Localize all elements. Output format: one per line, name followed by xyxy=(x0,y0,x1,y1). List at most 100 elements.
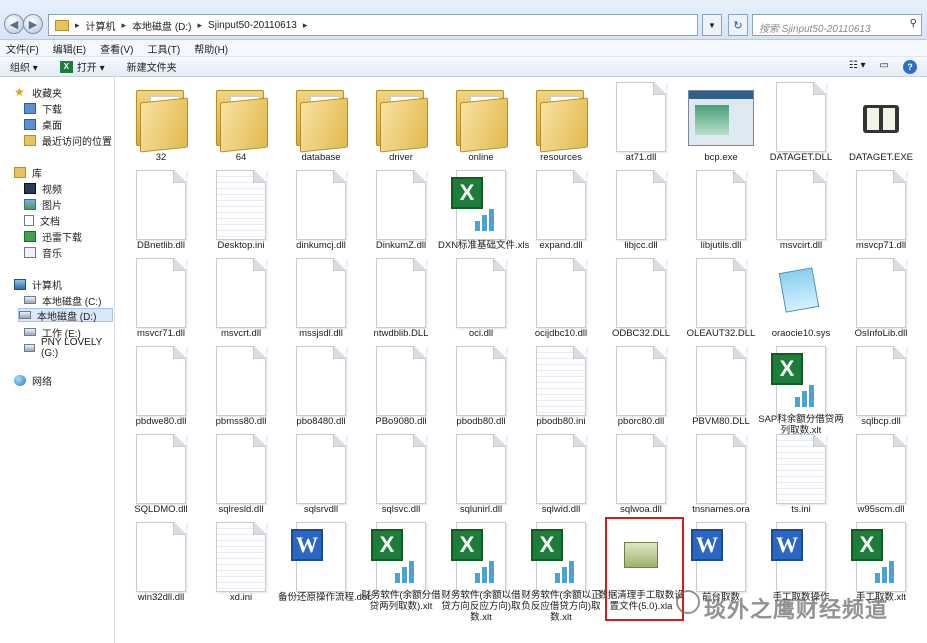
file-item[interactable]: bcp.exe xyxy=(678,78,764,163)
file-item[interactable]: DBnetlib.dll xyxy=(118,166,204,251)
file-item[interactable]: sqlunirl.dll xyxy=(438,430,524,515)
file-item[interactable]: libjcc.dll xyxy=(598,166,684,251)
address-history-dropdown[interactable]: ▼ xyxy=(702,14,722,36)
file-item[interactable]: pbmss80.dll xyxy=(198,342,284,427)
file-item[interactable]: DATAGET.EXE xyxy=(838,78,924,163)
file-item[interactable]: OsInfoLib.dll xyxy=(838,254,924,339)
file-item[interactable]: mssjsdl.dll xyxy=(278,254,364,339)
new-folder-button[interactable]: 新建文件夹 xyxy=(127,59,177,74)
breadcrumb-folder[interactable]: Sjinput50-20110613 xyxy=(208,20,297,31)
file-item[interactable]: W 备份还原操作流程.doc xyxy=(278,518,372,603)
file-item[interactable]: sqlwid.dll xyxy=(518,430,604,515)
file-item[interactable]: pborc80.dll xyxy=(598,342,684,427)
file-item[interactable]: OLEAUT32.DLL xyxy=(678,254,764,339)
file-item[interactable]: expand.dll xyxy=(518,166,604,251)
sidebar-item-drive-g[interactable]: PNY LOVELY (G:) xyxy=(24,337,114,359)
dll-file-icon xyxy=(776,82,826,152)
menu-help[interactable]: 帮助(H) xyxy=(194,41,228,56)
file-item[interactable]: msvcp71.dll xyxy=(838,166,924,251)
file-item[interactable]: database xyxy=(278,78,364,163)
sidebar-computer[interactable]: 计算机 xyxy=(14,277,62,292)
file-item[interactable]: online xyxy=(438,78,524,163)
sidebar-item-music[interactable]: 音乐 xyxy=(24,245,62,260)
file-item[interactable]: X DXN标准基础文件.xls xyxy=(438,166,529,251)
preview-pane-icon[interactable]: ▭ xyxy=(880,60,889,74)
organize-button[interactable]: 组织 ▾ xyxy=(10,59,38,74)
file-item[interactable]: PBo9080.dll xyxy=(358,342,444,427)
sidebar-network[interactable]: 网络 xyxy=(14,373,52,388)
file-item[interactable]: SQLDMO.dll xyxy=(118,430,204,515)
forward-button[interactable]: ▶ xyxy=(23,14,43,34)
file-item[interactable]: oci.dll xyxy=(438,254,524,339)
menu-edit[interactable]: 编辑(E) xyxy=(53,41,86,56)
file-item[interactable]: oraocie10.sys xyxy=(758,254,844,339)
menu-file[interactable]: 文件(F) xyxy=(6,41,39,56)
file-item[interactable]: tnsnames.ora xyxy=(678,430,764,515)
open-button[interactable]: X 打开 ▾ xyxy=(59,59,105,74)
help-icon[interactable]: ? xyxy=(903,60,917,74)
sidebar-item-thunder-downloads[interactable]: 迅雷下载 xyxy=(24,229,82,244)
sidebar-favorites[interactable]: ★ 收藏夹 xyxy=(14,85,62,100)
sidebar-item-desktop[interactable]: 桌面 xyxy=(24,117,62,132)
file-item[interactable]: pbodb80.ini xyxy=(518,342,604,427)
breadcrumb-drive-d[interactable]: 本地磁盘 (D:) xyxy=(132,18,191,33)
file-item[interactable]: X 手工取数.xlt xyxy=(838,518,924,603)
address-box[interactable]: ▸ 计算机 ▸ 本地磁盘 (D:) ▸ Sjinput50-20110613 ▸ xyxy=(48,14,698,36)
file-item[interactable]: sqlsrvdll xyxy=(278,430,364,515)
change-view-icon[interactable]: ☷ ▾ xyxy=(849,60,866,74)
file-item[interactable]: dinkumcj.dll xyxy=(278,166,364,251)
search-input[interactable]: 搜索 Sjinput50-20110613 ⚲ xyxy=(752,14,922,36)
file-item[interactable]: X SAP科余额分借贷两列取数.xlt xyxy=(758,342,844,436)
file-item[interactable]: msvcirt.dll xyxy=(758,166,844,251)
file-item[interactable]: PBVM80.DLL xyxy=(678,342,764,427)
file-item[interactable]: at71.dll xyxy=(598,78,684,163)
breadcrumb-computer[interactable]: 计算机 xyxy=(86,18,116,33)
file-item[interactable]: 64 xyxy=(198,78,284,163)
file-item[interactable]: ODBC32.DLL xyxy=(598,254,684,339)
sidebar-item-documents[interactable]: 文档 xyxy=(24,213,60,228)
file-item[interactable]: msvcrt.dll xyxy=(198,254,284,339)
file-item[interactable]: xd.ini xyxy=(198,518,284,603)
file-item[interactable]: X 财务软件(余额以借贷方向反应方向)取数.xlt xyxy=(438,518,524,623)
file-item[interactable]: win32dll.dll xyxy=(118,518,204,603)
file-item[interactable]: sqlwoa.dll xyxy=(598,430,684,515)
file-item[interactable]: driver xyxy=(358,78,444,163)
sidebar-item-drive-d[interactable]: 本地磁盘 (D:) xyxy=(18,308,113,323)
file-item[interactable]: sqlsvc.dll xyxy=(358,430,444,515)
file-item[interactable]: W 手工取数操作 xyxy=(758,518,844,603)
file-item[interactable]: DATAGET.DLL xyxy=(758,78,844,163)
file-item[interactable]: libjutils.dll xyxy=(678,166,764,251)
file-name: ocijdbc10.dll xyxy=(534,328,588,339)
file-item[interactable]: pbodb80.dll xyxy=(438,342,524,427)
folder-icon xyxy=(456,90,510,153)
file-item[interactable]: msvcr71.dll xyxy=(118,254,204,339)
menu-view[interactable]: 查看(V) xyxy=(100,41,133,56)
file-item[interactable]: Desktop.ini xyxy=(198,166,284,251)
refresh-button[interactable]: ↻ xyxy=(728,14,748,36)
menu-tools[interactable]: 工具(T) xyxy=(147,41,180,56)
file-item[interactable]: 32 xyxy=(118,78,204,163)
sidebar-libraries[interactable]: 库 xyxy=(14,165,42,180)
sidebar-label: 文档 xyxy=(40,216,60,228)
file-item[interactable]: sqlbcp.dll xyxy=(838,342,924,427)
sidebar-item-drive-c[interactable]: 本地磁盘 (C:) xyxy=(24,293,101,308)
file-item[interactable]: resources xyxy=(518,78,604,163)
file-item[interactable]: DinkumZ.dll xyxy=(358,166,444,251)
sidebar-item-recent[interactable]: 最近访问的位置 xyxy=(24,133,112,148)
file-item[interactable]: w95scm.dll xyxy=(838,430,924,515)
file-item[interactable]: pbo8480.dll xyxy=(278,342,364,427)
file-item[interactable]: sqlresld.dll xyxy=(198,430,284,515)
search-icon[interactable]: ⚲ xyxy=(910,18,917,29)
file-item[interactable]: X 财务软件(余额分借贷两列取数).xlt xyxy=(358,518,444,612)
sidebar-item-pictures[interactable]: 图片 xyxy=(24,197,62,212)
file-item[interactable]: ntwdblib.DLL xyxy=(358,254,444,339)
sidebar-item-downloads[interactable]: 下载 xyxy=(24,101,62,116)
sidebar-item-videos[interactable]: 视频 xyxy=(24,181,62,196)
file-item[interactable]: ocijdbc10.dll xyxy=(518,254,604,339)
file-item[interactable]: ts.ini xyxy=(758,430,844,515)
file-name: ts.ini xyxy=(791,504,811,515)
file-item[interactable]: X 财务软件(余额以正负反应借贷方向)取数.xlt xyxy=(518,518,604,623)
back-button[interactable]: ◀ xyxy=(4,14,24,34)
file-item[interactable]: pbdwe80.dll xyxy=(118,342,204,427)
watermark-text: 琰外之鹰财经频道 xyxy=(704,598,889,623)
